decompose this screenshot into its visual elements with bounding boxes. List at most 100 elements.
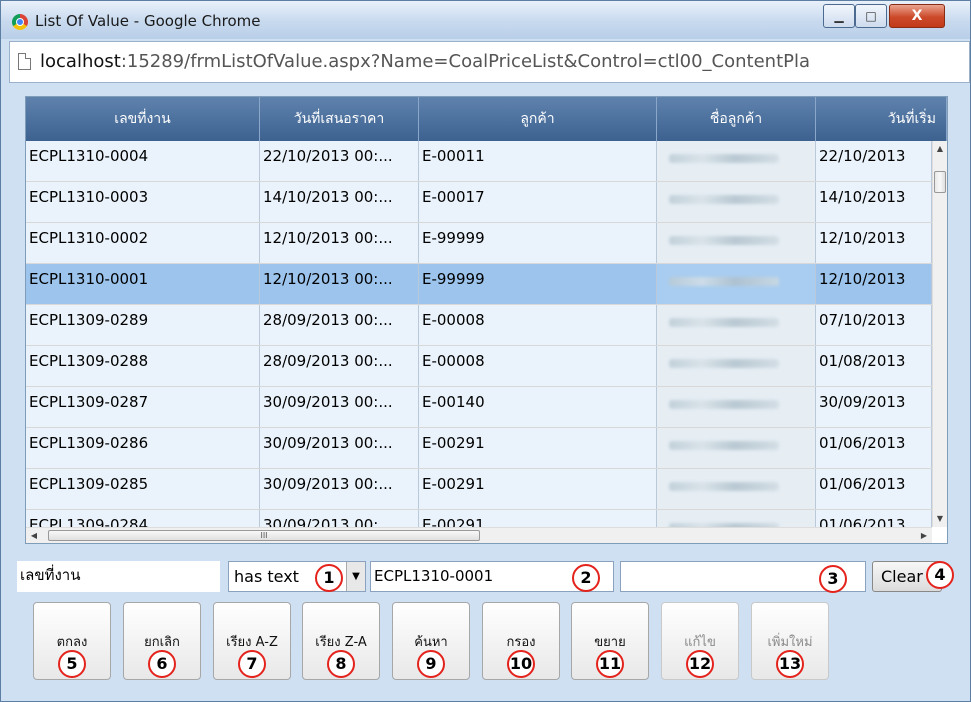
scroll-left-icon[interactable]: ◀ [26,528,42,543]
cell-customer-name [657,346,816,386]
action-button-label: เพิ่มใหม่ [767,635,813,650]
cell-customer: E-99999 [419,264,657,304]
annotation-badge: 6 [148,650,176,678]
column-header-job-no[interactable]: เลขที่งาน [26,97,260,141]
redacted-name-block [669,277,779,286]
cell-job-no: ECPL1310-0001 [26,264,260,304]
minimize-button[interactable]: ▁ [823,4,855,28]
table-row[interactable]: ECPL1309-0286 30/09/2013 00:... E-00291 01/… [26,428,932,469]
cell-start-date: 01/06/2013 [816,469,932,509]
cell-customer: E-00140 [419,387,657,427]
cell-customer: E-99999 [419,223,657,263]
cell-quote-date: 28/09/2013 00:... [260,346,419,386]
cell-start-date: 12/10/2013 [816,223,932,263]
annotation-badge: 2 [572,564,600,592]
vertical-scrollbar[interactable]: ▲ ▼ [932,141,947,527]
cell-customer: E-00291 [419,428,657,468]
action-button-label: ค้นหา [414,635,448,650]
cell-customer: E-00291 [419,469,657,509]
cell-start-date: 01/08/2013 [816,346,932,386]
column-header-start-date[interactable]: วันที่เริ่ม [816,97,947,141]
title-bar: List Of Value - Google Chrome ▁ □ X [1,1,970,39]
grid-header: เลขที่งาน วันที่เสนอราคา ลูกค้า ชื่อลูกค… [26,97,947,141]
page-icon [18,53,31,70]
table-row[interactable]: ECPL1310-0003 14/10/2013 00:... E-00017 14/… [26,182,932,223]
maximize-button[interactable]: □ [855,4,887,28]
cell-job-no: ECPL1309-0285 [26,469,260,509]
scroll-right-icon[interactable]: ▶ [916,528,932,543]
url-path: :15289/frmListOfValue.aspx?Name=CoalPric… [120,51,811,72]
cell-customer: E-00008 [419,305,657,345]
annotation-badge: 11 [596,650,624,678]
cell-job-no: ECPL1309-0286 [26,428,260,468]
table-row[interactable]: ECPL1309-0288 28/09/2013 00:... E-00008 01/… [26,346,932,387]
chevron-down-icon[interactable]: ▼ [346,562,365,591]
action-button-label: เรียง A-Z [226,635,278,650]
annotation-badge: 10 [507,650,535,678]
table-row[interactable]: ECPL1310-0001 12/10/2013 00:... E-99999 12/… [26,264,932,305]
cell-quote-date: 12/10/2013 00:... [260,223,419,263]
redacted-name-block [669,482,779,491]
cell-quote-date: 22/10/2013 00:... [260,141,419,181]
cell-quote-date: 28/09/2013 00:... [260,305,419,345]
window-title: List Of Value - Google Chrome [35,12,261,30]
table-row[interactable]: ECPL1310-0004 22/10/2013 00:... E-00011 22/… [26,141,932,182]
annotation-badge: 4 [926,561,954,589]
annotation-badge: 8 [327,650,355,678]
close-button[interactable]: X [889,4,945,28]
action-button-label: ขยาย [594,635,626,650]
cell-job-no: ECPL1309-0284 [26,510,260,527]
cell-job-no: ECPL1309-0289 [26,305,260,345]
action-button-label: ตกลง [56,635,88,650]
cell-customer-name [657,182,816,222]
table-row[interactable]: ECPL1309-0289 28/09/2013 00:... E-00008 07/… [26,305,932,346]
horizontal-scroll-thumb[interactable]: III [48,530,480,541]
table-row[interactable]: ECPL1310-0002 12/10/2013 00:... E-99999 12/… [26,223,932,264]
url-text[interactable]: localhost:15289/frmListOfValue.aspx?Name… [40,51,810,72]
scroll-up-icon[interactable]: ▲ [933,141,947,157]
address-bar[interactable]: localhost:15289/frmListOfValue.aspx?Name… [9,41,970,83]
cell-customer-name [657,141,816,181]
cell-quote-date: 30/09/2013 00:... [260,428,419,468]
horizontal-scrollbar[interactable]: ◀ III ▶ [26,527,932,543]
filter-operator-select[interactable]: has text ▼ [228,561,366,592]
filter-field-input[interactable]: เลขที่งาน [17,561,220,592]
cell-customer: E-00011 [419,141,657,181]
table-row[interactable]: ECPL1309-0284 30/09/2013 00:... E-00291 01/… [26,510,932,527]
cell-customer: E-00291 [419,510,657,527]
annotation-badge: 1 [315,564,343,592]
action-button-label: ยกเลิก [144,635,180,650]
cell-customer-name [657,223,816,263]
cell-start-date: 07/10/2013 [816,305,932,345]
cell-quote-date: 30/09/2013 00:... [260,510,419,527]
scroll-down-icon[interactable]: ▼ [933,511,947,527]
redacted-name-block [669,154,779,163]
column-header-quote-date[interactable]: วันที่เสนอราคา [260,97,419,141]
cell-customer-name [657,387,816,427]
cell-customer: E-00008 [419,346,657,386]
url-host: localhost [40,51,121,72]
action-button-label: แก้ไข [684,635,716,650]
redacted-name-block [669,441,779,450]
cell-quote-date: 14/10/2013 00:... [260,182,419,222]
annotation-badge: 9 [417,650,445,678]
annotation-badge: 3 [819,565,847,593]
cell-start-date: 01/06/2013 [816,428,932,468]
cell-start-date: 22/10/2013 [816,141,932,181]
column-header-customer-name[interactable]: ชื่อลูกค้า [657,97,816,141]
column-header-customer[interactable]: ลูกค้า [419,97,657,141]
cell-start-date: 01/06/2013 [816,510,932,527]
cell-job-no: ECPL1310-0004 [26,141,260,181]
cell-customer-name [657,428,816,468]
annotation-badge: 13 [776,650,804,678]
chrome-logo-icon [12,14,28,30]
table-row[interactable]: ECPL1309-0287 30/09/2013 00:... E-00140 30/… [26,387,932,428]
redacted-name-block [669,195,779,204]
cell-quote-date: 30/09/2013 00:... [260,469,419,509]
action-button-label: กรอง [506,635,536,650]
vertical-scroll-thumb[interactable] [934,171,946,193]
redacted-name-block [669,359,779,368]
table-row[interactable]: ECPL1309-0285 30/09/2013 00:... E-00291 01/… [26,469,932,510]
annotation-badge: 5 [58,650,86,678]
cell-job-no: ECPL1309-0287 [26,387,260,427]
